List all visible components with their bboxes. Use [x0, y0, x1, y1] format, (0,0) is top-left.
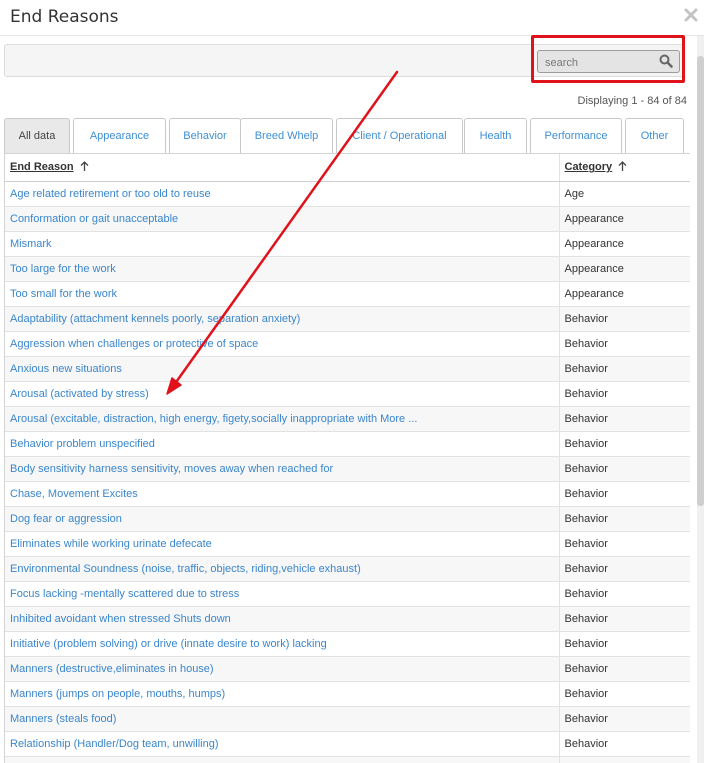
- category-cell: Behavior: [559, 581, 690, 607]
- end-reason-link[interactable]: Chase, Movement Excites: [5, 481, 560, 507]
- category-cell: [559, 756, 690, 763]
- tab-performance[interactable]: Performance: [530, 118, 622, 153]
- table-row[interactable]: Mismark Appearance: [5, 231, 690, 257]
- end-reason-link[interactable]: Manners (jumps on people, mouths, humps): [5, 681, 560, 707]
- tab-health[interactable]: Health: [464, 118, 527, 153]
- end-reason-link[interactable]: Age related retirement or too old to reu…: [5, 181, 560, 207]
- category-cell: Behavior: [559, 631, 690, 657]
- search-highlight-box: [531, 35, 685, 83]
- table-row[interactable]: Too large for the work Appearance: [5, 256, 690, 282]
- table-row[interactable]: Inhibited avoidant when stressed Shuts d…: [5, 606, 690, 632]
- end-reasons-grid: End Reason Category Age related retireme…: [4, 153, 690, 763]
- table-row[interactable]: Too small for the work Appearance: [5, 281, 690, 307]
- category-cell: Behavior: [559, 656, 690, 682]
- close-icon: [684, 8, 698, 22]
- table-row[interactable]: Arousal (excitable, distraction, high en…: [5, 406, 690, 432]
- dialog-header: End Reasons: [0, 0, 704, 36]
- end-reason-link[interactable]: Arousal (activated by stress): [5, 381, 560, 407]
- table-row[interactable]: Arousal (activated by stress) Behavior: [5, 381, 690, 407]
- end-reason-link[interactable]: Too large for the work: [5, 256, 560, 282]
- end-reason-link[interactable]: Dog fear or aggression: [5, 506, 560, 532]
- end-reason-link[interactable]: Eliminates while working urinate defecat…: [5, 531, 560, 557]
- category-cell: Behavior: [559, 681, 690, 707]
- table-row[interactable]: Conformation or gait unacceptable Appeara…: [5, 206, 690, 232]
- category-cell: Behavior: [559, 406, 690, 432]
- category-cell: Behavior: [559, 431, 690, 457]
- tab-all-data[interactable]: All data: [4, 118, 70, 153]
- table-row[interactable]: Manners (jumps on people, mouths, humps)…: [5, 681, 690, 707]
- table-row[interactable]: Body sensitivity harness sensitivity, mo…: [5, 456, 690, 482]
- end-reason-link[interactable]: Relationship (Handler/Dog team, unwillin…: [5, 731, 560, 757]
- table-row[interactable]: Aggression when challenges or protective…: [5, 331, 690, 357]
- category-cell: Behavior: [559, 606, 690, 632]
- paging-info: Displaying 1 - 84 of 84: [577, 95, 687, 107]
- table-row[interactable]: Chase, Movement Excites Behavior: [5, 481, 690, 507]
- end-reason-link[interactable]: [5, 756, 560, 763]
- close-button[interactable]: [682, 5, 700, 25]
- table-row[interactable]: Adaptability (attachment kennels poorly,…: [5, 306, 690, 332]
- column-header-label: Category: [564, 161, 613, 174]
- end-reason-link[interactable]: Conformation or gait unacceptable: [5, 206, 560, 232]
- table-row[interactable]: Age related retirement or too old to reu…: [5, 181, 690, 207]
- scrollbar-thumb[interactable]: [697, 56, 704, 506]
- end-reason-link[interactable]: Environmental Soundness (noise, traffic,…: [5, 556, 560, 582]
- tab-other[interactable]: Other: [625, 118, 684, 153]
- table-row[interactable]: Behavior problem unspecified Behavior: [5, 431, 690, 457]
- category-cell: Behavior: [559, 381, 690, 407]
- category-cell: Behavior: [559, 531, 690, 557]
- dialog-title: End Reasons: [10, 7, 119, 27]
- category-cell: Behavior: [559, 306, 690, 332]
- sort-arrow-up-icon: [618, 161, 627, 172]
- category-cell: Appearance: [559, 206, 690, 232]
- category-cell: Appearance: [559, 256, 690, 282]
- table-row[interactable]: Environmental Soundness (noise, traffic,…: [5, 556, 690, 582]
- table-row[interactable]: Initiative (problem solving) or drive (i…: [5, 631, 690, 657]
- end-reason-link[interactable]: Too small for the work: [5, 281, 560, 307]
- category-cell: Behavior: [559, 356, 690, 382]
- column-header-end-reason[interactable]: End Reason: [5, 154, 560, 182]
- end-reason-link[interactable]: Behavior problem unspecified: [5, 431, 560, 457]
- column-header-label: End Reason: [10, 161, 74, 174]
- table-row[interactable]: Dog fear or aggression Behavior: [5, 506, 690, 532]
- category-cell: Behavior: [559, 481, 690, 507]
- end-reason-link[interactable]: Body sensitivity harness sensitivity, mo…: [5, 456, 560, 482]
- grid-header-row: End Reason Category: [5, 154, 690, 182]
- category-cell: Age: [559, 181, 690, 207]
- end-reason-link[interactable]: Manners (steals food): [5, 706, 560, 732]
- category-cell: Behavior: [559, 706, 690, 732]
- table-row[interactable]: Focus lacking -mentally scattered due to…: [5, 581, 690, 607]
- table-row[interactable]: Eliminates while working urinate defecat…: [5, 531, 690, 557]
- category-cell: Behavior: [559, 556, 690, 582]
- tab-appearance[interactable]: Appearance: [73, 118, 166, 153]
- tab-behavior[interactable]: Behavior: [169, 118, 241, 153]
- end-reason-link[interactable]: Anxious new situations: [5, 356, 560, 382]
- category-cell: Appearance: [559, 281, 690, 307]
- end-reason-link[interactable]: Arousal (excitable, distraction, high en…: [5, 406, 560, 432]
- sort-arrow-up-icon: [80, 161, 89, 172]
- table-row[interactable]: [5, 756, 690, 763]
- table-row[interactable]: Manners (destructive,eliminates in house…: [5, 656, 690, 682]
- end-reason-link[interactable]: Mismark: [5, 231, 560, 257]
- category-cell: Behavior: [559, 456, 690, 482]
- vertical-scrollbar[interactable]: [697, 36, 704, 763]
- end-reason-link[interactable]: Inhibited avoidant when stressed Shuts d…: [5, 606, 560, 632]
- category-cell: Behavior: [559, 506, 690, 532]
- end-reason-link[interactable]: Aggression when challenges or protective…: [5, 331, 560, 357]
- category-cell: Behavior: [559, 731, 690, 757]
- column-header-category[interactable]: Category: [559, 154, 690, 182]
- end-reason-link[interactable]: Initiative (problem solving) or drive (i…: [5, 631, 560, 657]
- table-row[interactable]: Anxious new situations Behavior: [5, 356, 690, 382]
- category-cell: Appearance: [559, 231, 690, 257]
- table-row[interactable]: Relationship (Handler/Dog team, unwillin…: [5, 731, 690, 757]
- tab-breed-whelp[interactable]: Breed Whelp: [240, 118, 333, 153]
- table-row[interactable]: Manners (steals food) Behavior: [5, 706, 690, 732]
- tab-client-operational[interactable]: Client / Operational: [336, 118, 463, 153]
- category-cell: Behavior: [559, 331, 690, 357]
- end-reason-link[interactable]: Focus lacking -mentally scattered due to…: [5, 581, 560, 607]
- end-reason-link[interactable]: Manners (destructive,eliminates in house…: [5, 656, 560, 682]
- end-reason-link[interactable]: Adaptability (attachment kennels poorly,…: [5, 306, 560, 332]
